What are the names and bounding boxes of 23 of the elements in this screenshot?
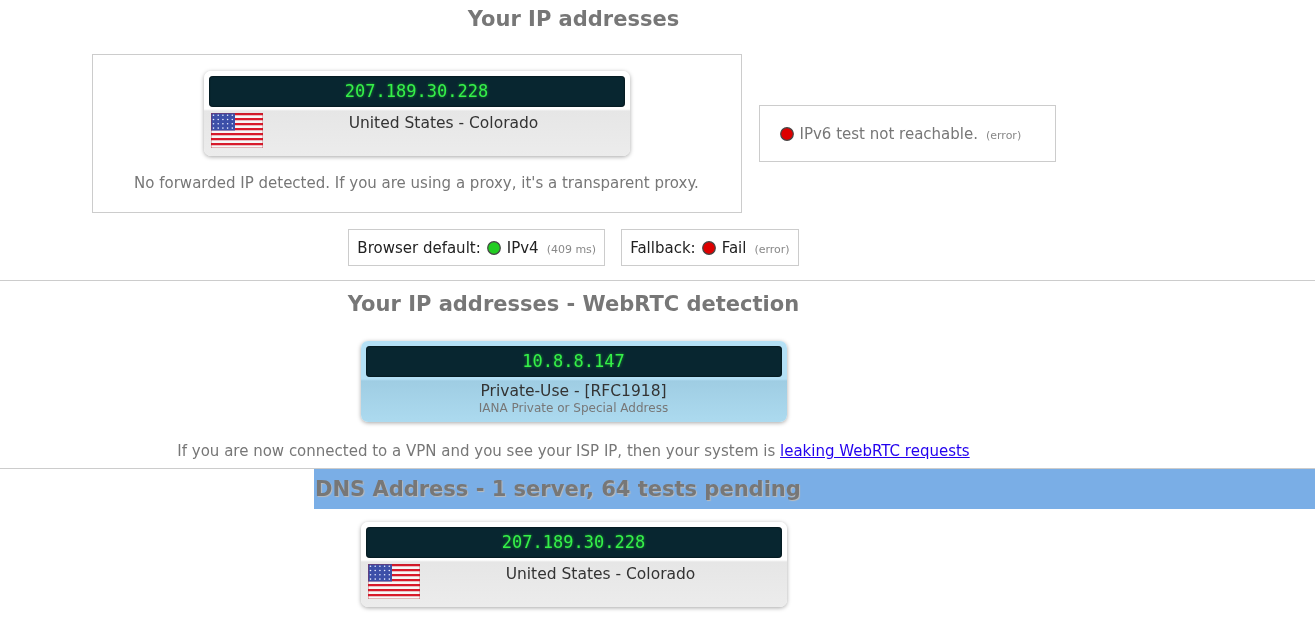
address-type-text: Private-Use - [RFC1918] [480, 382, 667, 401]
flag-icon [210, 113, 263, 148]
ip-address-display: 207.189.30.228 [365, 527, 782, 558]
check-label: Browser default: [357, 238, 481, 257]
section-title: Your IP addresses [466, 6, 681, 32]
ip-address-display: 207.189.30.228 [208, 76, 625, 107]
status-detail: (error) [985, 127, 1022, 142]
section-title: Your IP addresses - WebRTC detection [346, 291, 801, 317]
address-description: IANA Private or Special Address [478, 401, 669, 416]
check-label: Fallback: [630, 238, 696, 257]
section-heading: DNS Address - 1 server, 64 tests pending [314, 469, 1315, 509]
leak-info-link[interactable]: leaking WebRTC requests [780, 442, 970, 460]
ip-address-display: 10.8.8.147 [365, 346, 782, 377]
flag-icon [367, 564, 420, 599]
webrtc-leak-note: If you are now connected to a VPN and you see your ISP IP, then your system is leaking WebRTC requests [176, 442, 971, 460]
check-result: IPv4 [506, 238, 539, 257]
ipv6-status-text: IPv6 test not reachable. [799, 124, 978, 143]
location-text: United States - Colorado [504, 564, 697, 583]
location-text: United States - Colorado [347, 113, 540, 132]
status-detail: (409 ms) [546, 241, 597, 256]
status-detail: (error) [754, 241, 790, 256]
forwarded-ip-note: No forwarded IP detected. If you are using a proxy, it's a transparent proxy. [134, 174, 699, 192]
check-result: Fail [721, 238, 747, 257]
